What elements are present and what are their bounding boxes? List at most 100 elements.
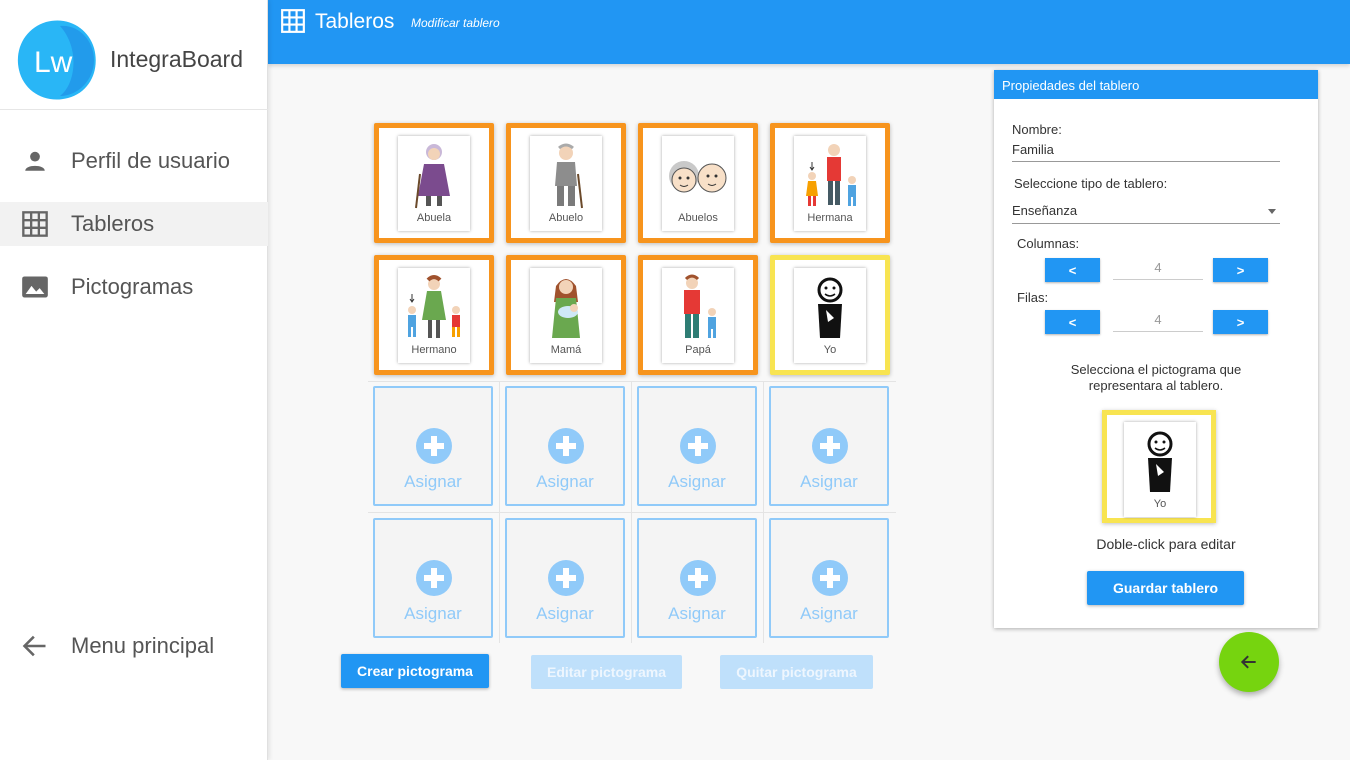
pictogram-label: Hermana	[807, 212, 853, 224]
father-icon	[684, 274, 716, 338]
me-icon	[1147, 431, 1173, 492]
rows-label: Filas:	[1017, 290, 1049, 305]
board-type-value: Enseñanza	[1012, 203, 1078, 218]
add-circle-icon	[416, 428, 452, 464]
grandparents-icon	[669, 161, 727, 193]
pictogram-card: Abuela	[398, 136, 470, 231]
empty-cell[interactable]: Asignar	[505, 518, 625, 638]
empty-cell[interactable]: Asignar	[373, 386, 493, 506]
assign-label: Asignar	[800, 472, 858, 491]
sidebar-item-label: Tableros	[71, 211, 155, 236]
rows-decrease-button[interactable]: <	[1045, 310, 1100, 334]
board-pictogram-preview[interactable]: Yo	[1102, 410, 1216, 523]
rows-increase-button[interactable]: >	[1213, 310, 1268, 334]
add-circle-icon	[812, 428, 848, 464]
grid-divider	[763, 381, 764, 643]
board-cell[interactable]: Papá	[638, 255, 758, 375]
brother-icon	[408, 275, 460, 338]
pictogram-card: Hermano	[398, 268, 470, 363]
image-icon	[20, 272, 50, 302]
pictogram-label: Abuelos	[678, 212, 718, 224]
pictogram-label: Abuelo	[548, 212, 584, 224]
add-circle-icon	[548, 428, 584, 464]
columns-decrease-button[interactable]: <	[1045, 258, 1100, 282]
sidebar-item-label: Pictogramas	[71, 274, 194, 299]
back-fab-button[interactable]	[1219, 632, 1279, 692]
type-select-underline	[1012, 223, 1280, 224]
grid-divider	[368, 381, 896, 382]
pictogram-card: Abuelos	[662, 136, 734, 231]
main-menu-label: Menu principal	[71, 633, 215, 658]
assign-label: Asignar	[800, 604, 858, 623]
columns-value: 4	[1113, 260, 1203, 280]
empty-cell[interactable]: Asignar	[769, 386, 889, 506]
me-icon	[817, 277, 843, 338]
empty-cell[interactable]: Asignar	[505, 386, 625, 506]
assign-label: Asignar	[536, 604, 594, 623]
select-pictogram-text-line2: representara al tablero.	[1088, 378, 1224, 393]
board-cell[interactable]: Hermana	[770, 123, 890, 243]
pictogram-card: Abuelo	[530, 136, 602, 231]
empty-cell[interactable]: Asignar	[373, 518, 493, 638]
sidebar-item-boards[interactable]: Tableros	[0, 202, 268, 246]
sidebar-item-profile[interactable]: Perfil de usuario	[0, 139, 268, 183]
select-pictogram-text-line1: Selecciona el pictograma que	[1070, 362, 1242, 377]
page-subtitle: Modificar tablero	[411, 16, 500, 30]
arrow-left-icon	[20, 631, 50, 661]
create-pictogram-button[interactable]: Crear pictograma	[341, 654, 489, 688]
grid-divider	[631, 381, 632, 643]
pictogram-label: Hermano	[411, 344, 457, 356]
name-label: Nombre:	[1012, 122, 1062, 137]
columns-label: Columnas:	[1017, 236, 1080, 251]
pictogram-label: Yo	[823, 344, 837, 356]
panel-header: Propiedades del tablero	[994, 70, 1318, 99]
mother-icon	[552, 279, 580, 338]
grandmother-icon	[415, 144, 450, 209]
add-circle-icon	[680, 560, 716, 596]
board-cell[interactable]: Abuelo	[506, 123, 626, 243]
main-menu-link[interactable]: Menu principal	[0, 624, 268, 668]
svg-text:Lw: Lw	[34, 46, 73, 79]
board-type-select[interactable]: Enseñanza	[1012, 201, 1280, 225]
sidebar: Lw IntegraBoard Perfil de usuario Tabler…	[0, 0, 268, 760]
name-field[interactable]: Familia	[1012, 142, 1280, 162]
edit-pictogram-button[interactable]: Editar pictograma	[531, 655, 682, 689]
remove-pictogram-button[interactable]: Quitar pictograma	[720, 655, 873, 689]
sidebar-header: Lw IntegraBoard	[0, 0, 268, 110]
board-cell[interactable]: Mamá	[506, 255, 626, 375]
save-board-button[interactable]: Guardar tablero	[1087, 571, 1244, 605]
sidebar-item-pictograms[interactable]: Pictogramas	[0, 265, 268, 309]
sister-icon	[806, 144, 856, 206]
assign-label: Asignar	[668, 472, 726, 491]
app-logo: Lw	[17, 20, 96, 100]
assign-label: Asignar	[668, 604, 726, 623]
pictogram-card: Yo	[1124, 422, 1196, 517]
empty-cell[interactable]: Asignar	[769, 518, 889, 638]
type-label: Seleccione tipo de tablero:	[1014, 176, 1168, 191]
pictogram-card: Hermana	[794, 136, 866, 231]
pictogram-card: Papá	[662, 268, 734, 363]
empty-cell[interactable]: Asignar	[637, 518, 757, 638]
pictogram-label: Abuela	[416, 212, 452, 224]
add-circle-icon	[416, 560, 452, 596]
grid-icon	[281, 9, 305, 33]
board-cell[interactable]: Hermano	[374, 255, 494, 375]
add-circle-icon	[812, 560, 848, 596]
board-cell[interactable]: Abuelos	[638, 123, 758, 243]
chevron-down-icon	[1268, 209, 1276, 214]
grid-divider	[368, 512, 896, 513]
assign-label: Asignar	[404, 472, 462, 491]
empty-cell[interactable]: Asignar	[637, 386, 757, 506]
board-cell[interactable]: Abuela	[374, 123, 494, 243]
grid-divider	[499, 381, 500, 643]
columns-increase-button[interactable]: >	[1213, 258, 1268, 282]
sidebar-item-label: Perfil de usuario	[71, 148, 230, 173]
person-icon	[20, 146, 50, 176]
assign-label: Asignar	[404, 604, 462, 623]
app-root: Lw IntegraBoard Perfil de usuario Tabler…	[0, 0, 1350, 760]
arrow-left-icon	[1240, 655, 1256, 669]
board-properties-panel: Propiedades del tablero Nombre: Familia …	[994, 70, 1318, 628]
assign-label: Asignar	[536, 472, 594, 491]
board-cell[interactable]: Yo	[770, 255, 890, 375]
top-app-bar: Tableros Modificar tablero	[268, 0, 1350, 64]
